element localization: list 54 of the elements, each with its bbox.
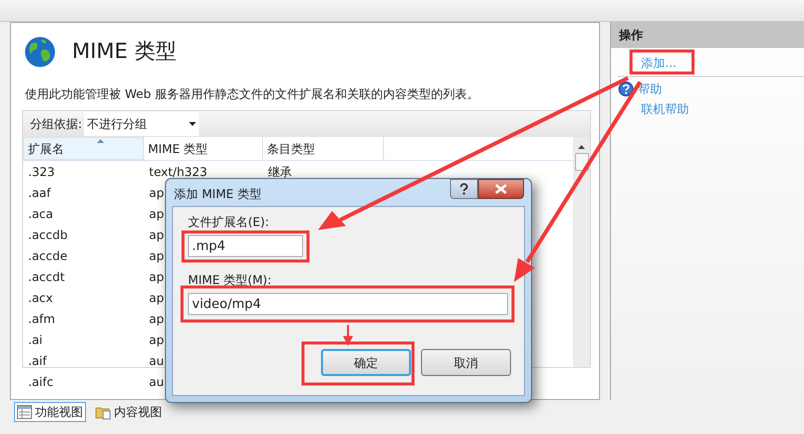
table-cell: .aca: [28, 206, 54, 220]
caret-icon: [189, 122, 196, 126]
table-cell: ap: [149, 332, 164, 346]
table-cell: 继承: [268, 164, 292, 178]
scrollbar[interactable]: [573, 137, 590, 367]
annotation-arrow: [343, 325, 353, 346]
table-cell: ap: [149, 228, 164, 242]
table-cell: .acx: [28, 290, 53, 304]
question-icon: [460, 183, 468, 195]
table-cell: text/h323: [149, 164, 208, 178]
table-cell: .accde: [28, 248, 68, 262]
close-icon: [495, 184, 507, 194]
dialog-button[interactable]: 取消: [421, 349, 511, 376]
group-by-dropdown[interactable]: 不进行分组: [84, 112, 200, 136]
table-cell: .accdb: [28, 228, 68, 242]
field-label: MIME 类型(M):: [188, 273, 272, 287]
table-cell: ap: [149, 248, 164, 262]
column-header[interactable]: 条目类型: [263, 137, 384, 160]
table-cell: ap: [149, 270, 164, 284]
globe-icon: [23, 35, 57, 69]
highlight-frame: [630, 50, 694, 74]
table-cell: .afm: [28, 312, 56, 326]
grid-icon: [17, 405, 32, 419]
page-title: MIME 类型: [72, 38, 176, 66]
table-cell: .323: [28, 164, 55, 178]
scroll-up-icon[interactable]: [578, 145, 585, 149]
table-cell: ap: [149, 186, 164, 200]
table-cell: .accdt: [28, 270, 65, 284]
table-cell: au: [149, 374, 164, 388]
page-description: 使用此功能管理被 Web 服务器用作静态文件的文件扩展名和关联的内容类型的列表。: [25, 86, 480, 103]
field-label: 文件扩展名(E):: [188, 215, 269, 229]
group-by-label: 分组依据:: [30, 116, 82, 133]
table-cell: .aifc: [28, 374, 54, 388]
table-cell: ap: [149, 312, 164, 326]
input-field[interactable]: .mp4: [188, 235, 303, 257]
table-cell: ap: [149, 206, 164, 220]
folder-icon: [95, 404, 111, 420]
actions-header: 操作: [611, 22, 804, 48]
view-tab[interactable]: 内容视图: [92, 402, 165, 422]
table-cell: .aaf: [28, 186, 51, 200]
help-button[interactable]: [450, 179, 478, 199]
input-field[interactable]: video/mp4: [188, 293, 508, 315]
column-header[interactable]: MIME 类型: [144, 137, 263, 160]
close-button[interactable]: [478, 179, 524, 199]
table-cell: au: [149, 354, 164, 368]
table-cell: .aif: [28, 354, 47, 368]
dialog-title: 添加 MIME 类型: [173, 186, 262, 203]
sort-caret-icon: [97, 139, 104, 143]
dialog-button[interactable]: 确定: [321, 349, 411, 376]
view-tab[interactable]: 功能视图: [14, 402, 86, 422]
table-cell: .ai: [28, 332, 43, 346]
table-cell: ap: [149, 290, 164, 304]
column-header[interactable]: 扩展名: [23, 137, 144, 160]
help-icon: [618, 81, 634, 97]
